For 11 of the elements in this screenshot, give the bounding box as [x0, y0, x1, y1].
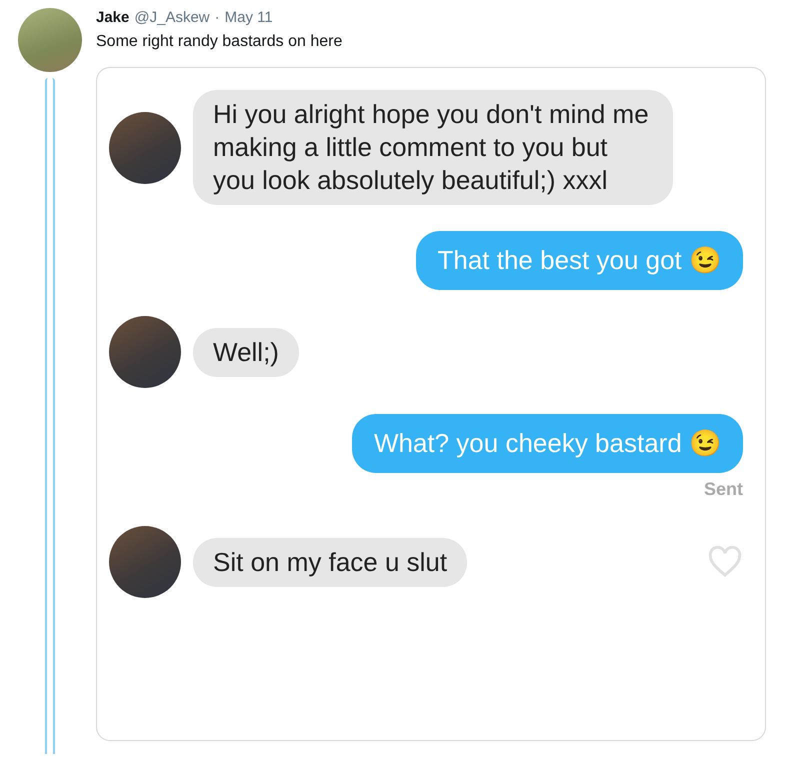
separator-dot: ·	[214, 8, 220, 28]
received-message-bubble: Well;)	[193, 328, 299, 376]
sent-message-bubble: What? you cheeky bastard 😉	[352, 414, 743, 473]
received-message-bubble: Sit on my face u slut	[193, 538, 468, 586]
tweet-text: Some right randy bastards on here	[96, 32, 344, 52]
sent-message-bubble: That the best you got 😉	[416, 231, 743, 290]
received-message-bubble: Hi you alright hope you don't mind me making a little comment to you but you look absolutely beautiful;) xxxl	[193, 90, 673, 205]
user-handle[interactable]: @J_Askew	[134, 8, 210, 28]
user-name[interactable]: Jake	[96, 8, 130, 28]
tweet-date[interactable]: May 11	[224, 8, 273, 28]
sent-status: Sent	[704, 479, 743, 500]
